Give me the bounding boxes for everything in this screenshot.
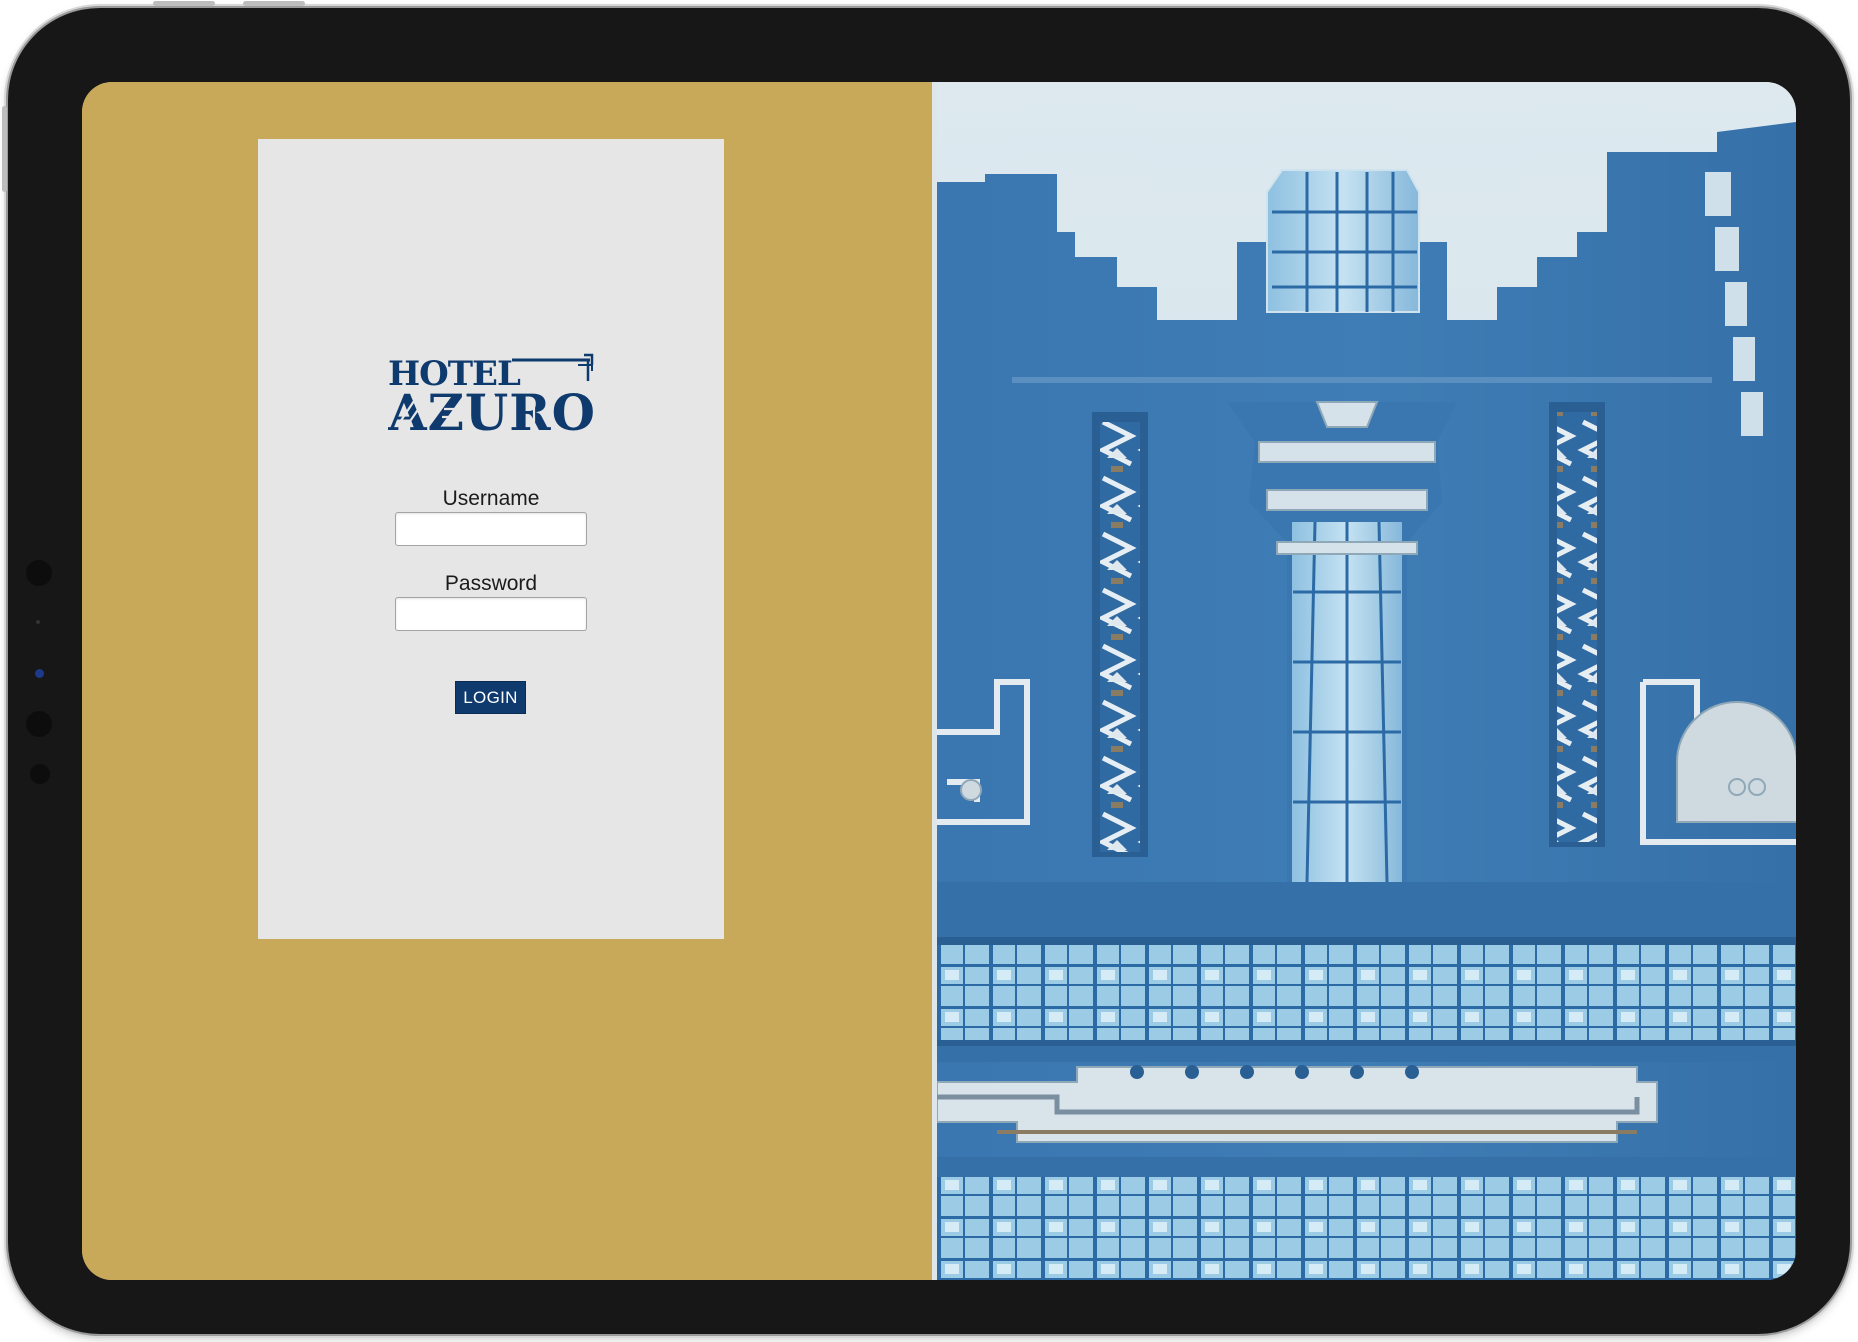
password-label: Password — [444, 572, 538, 595]
password-input[interactable] — [395, 597, 587, 631]
side-sensor-2 — [36, 620, 40, 624]
side-button — [2, 106, 7, 192]
username-label: Username — [442, 487, 540, 510]
top-button-1 — [153, 1, 215, 6]
side-sensor-4 — [30, 764, 50, 784]
side-sensor-1 — [26, 560, 52, 586]
login-panel: HOTEL AZURO Username Password LOGIN — [82, 82, 932, 1280]
top-button-2 — [243, 1, 305, 6]
login-button[interactable]: LOGIN — [455, 681, 526, 714]
username-input[interactable] — [395, 512, 587, 546]
side-sensor-3 — [26, 711, 52, 737]
screen: HOTEL AZURO Username Password LOGIN — [82, 82, 1796, 1280]
tablet-frame: HOTEL AZURO Username Password LOGIN — [2, 1, 1850, 1334]
building-illustration — [937, 82, 1796, 1280]
hero-building-photo — [937, 82, 1796, 1280]
hotel-azuro-logo: HOTEL AZURO — [388, 353, 595, 433]
login-card: HOTEL AZURO Username Password LOGIN — [258, 139, 724, 939]
camera-lens — [35, 669, 44, 678]
